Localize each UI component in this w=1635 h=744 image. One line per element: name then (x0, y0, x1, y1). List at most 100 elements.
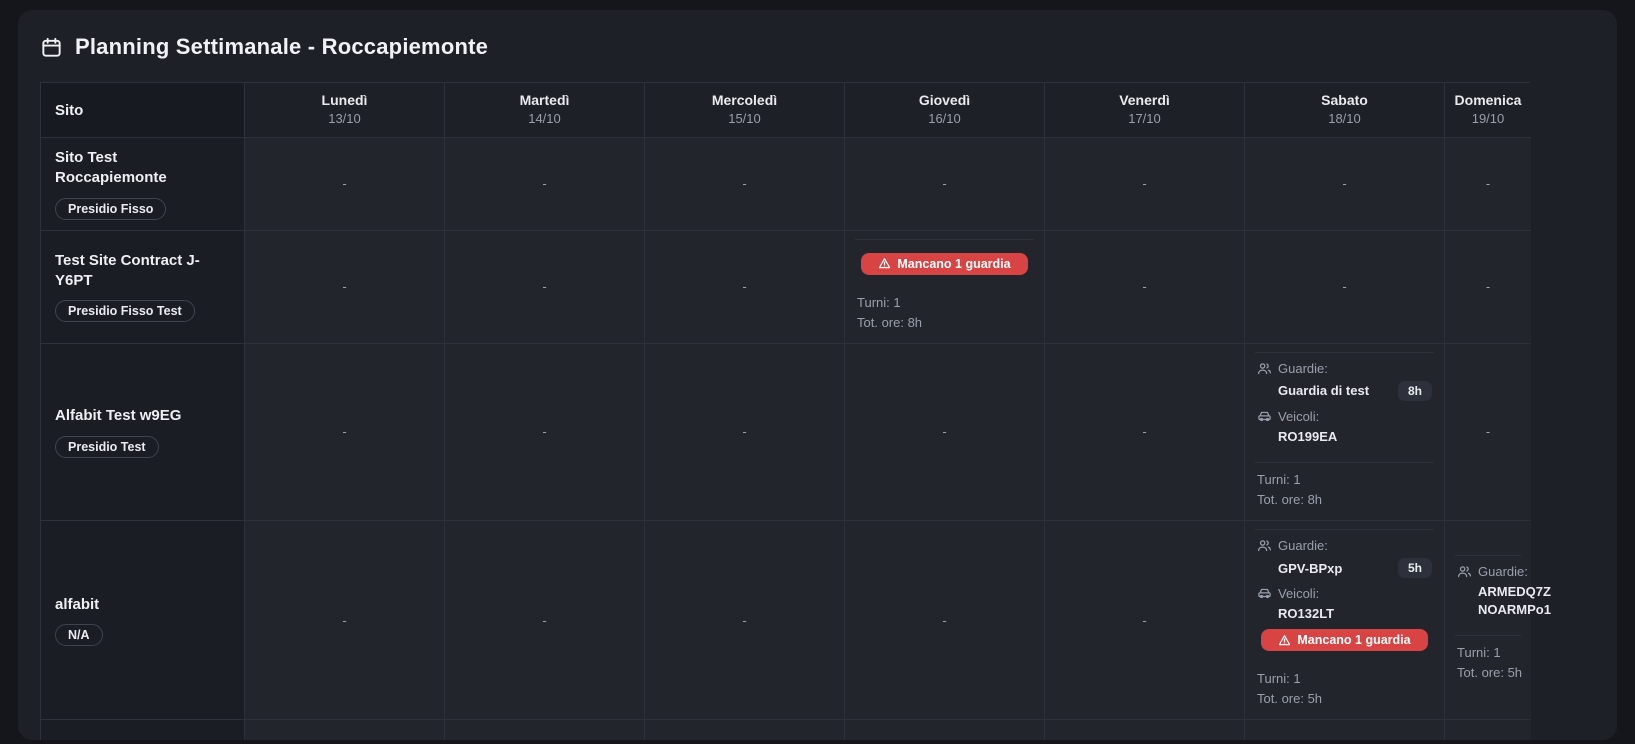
card-header: Planning Settimanale - Roccapiemonte (40, 34, 1595, 60)
day-cell: Guardie: GPV-BPxp5h Veicoli:RO132LT Mancano… (1245, 521, 1445, 720)
site-type-badge: Presidio Fisso Test (55, 300, 195, 322)
site-name: Sito Test Roccapiemonte (55, 148, 230, 189)
vehicle-row: RO199EA (1278, 429, 1432, 444)
guards-group: Guardie: ARMEDQ7Z NOARMPo1 (1457, 564, 1519, 617)
guards-label: Guardie: (1457, 564, 1519, 579)
day-cell-empty: - (645, 344, 845, 521)
day-cell-empty: - (245, 231, 445, 344)
empty-cell-dash: - (1142, 279, 1146, 294)
day-cell-empty: - (1045, 720, 1245, 740)
missing-guard-alert-text: Mancano 1 guardia (1297, 633, 1410, 647)
day-date-label: 13/10 (328, 110, 361, 128)
site-cell: alfabitN/A (41, 521, 245, 720)
day-header: Sabato18/10 (1245, 83, 1445, 138)
empty-cell-dash: - (742, 424, 746, 439)
vehicle-row: RO132LT (1278, 606, 1432, 621)
day-cell-empty: - (445, 344, 645, 521)
day-cell-empty: - (245, 344, 445, 521)
site-cell: Test Site Contract J-Y6PT Presidio Fisso … (41, 231, 245, 344)
vehicles-label-text: Veicoli: (1278, 409, 1319, 424)
page-title: Planning Settimanale - Roccapiemonte (75, 34, 488, 60)
site-column-header: Sito (41, 83, 245, 138)
empty-cell-dash: - (1486, 424, 1490, 439)
empty-cell-dash: - (1342, 279, 1346, 294)
day-cell-empty: - (1445, 344, 1531, 521)
users-icon (1257, 361, 1272, 376)
day-cell-empty: - (845, 138, 1045, 231)
guard-row: Guardia di test8h (1278, 381, 1432, 401)
empty-cell-dash: - (342, 176, 346, 191)
guard-row: GPV-BPxp5h (1278, 558, 1432, 578)
summary-total-hours: Tot. ore: 5h (1257, 689, 1432, 709)
guard-name: NOARMPo1 (1478, 602, 1551, 617)
cell-summary: Turni: 1Tot. ore: 8h (855, 286, 1034, 335)
day-cell-empty: - (1245, 231, 1445, 344)
guard-row: NOARMPo1 (1478, 602, 1519, 617)
day-name-label: Sabato (1321, 92, 1368, 110)
users-icon (1457, 564, 1472, 579)
shift-entry: Mancano 1 guardia (855, 239, 1034, 286)
day-cell-empty: - (245, 521, 445, 720)
empty-cell-dash: - (742, 613, 746, 628)
day-cell-empty: - (445, 521, 645, 720)
day-header: Giovedì16/10 (845, 83, 1045, 138)
vehicles-group: Veicoli:RO132LT (1257, 586, 1432, 621)
site-cell: Sito Test RoccapiemontePresidio Fisso (41, 138, 245, 231)
empty-cell-dash: - (1142, 176, 1146, 191)
site-name: Test Site Contract J-Y6PT (55, 251, 230, 292)
guards-label: Guardie: (1257, 538, 1432, 553)
summary-total-hours: Tot. ore: 5h (1457, 663, 1519, 683)
day-cell-empty: - (245, 138, 445, 231)
vehicles-label: Veicoli: (1257, 409, 1432, 424)
day-date-label: 16/10 (928, 110, 961, 128)
empty-cell-dash: - (542, 613, 546, 628)
empty-cell-dash: - (942, 613, 946, 628)
guards-label-text: Guardie: (1278, 361, 1328, 376)
empty-cell-dash: - (542, 176, 546, 191)
day-date-label: 15/10 (728, 110, 761, 128)
cell-summary: Turni: 1Tot. ore: 5h (1455, 635, 1521, 685)
users-icon (1257, 538, 1272, 553)
day-header: Venerdì17/10 (1045, 83, 1245, 138)
shift-entry: Guardie: GPV-BPxp5h Veicoli:RO132LT Mancano… (1255, 529, 1434, 662)
site-cell: Alfabit Test w9EGPresidio Test (41, 344, 245, 521)
guard-row: ARMEDQ7Z (1478, 584, 1519, 599)
site-type-badge: N/A (55, 624, 103, 646)
car-icon (1257, 409, 1272, 424)
empty-cell-dash: - (742, 176, 746, 191)
missing-guard-alert-text: Mancano 1 guardia (897, 257, 1010, 271)
guard-hours-chip: 8h (1398, 381, 1432, 401)
site-header-label: Sito (55, 102, 83, 119)
empty-cell-dash: - (342, 279, 346, 294)
empty-cell-dash: - (342, 613, 346, 628)
empty-cell-dash: - (542, 279, 546, 294)
day-cell-empty: - (445, 231, 645, 344)
guards-label: Guardie: (1257, 361, 1432, 376)
summary-shifts: Turni: 1 (1257, 669, 1432, 689)
day-name-label: Martedì (520, 92, 570, 110)
guards-group: Guardie: Guardia di test8h (1257, 361, 1432, 401)
summary-shifts: Turni: 1 (857, 293, 1032, 313)
day-name-label: Venerdì (1119, 92, 1170, 110)
summary-shifts: Turni: 1 (1257, 470, 1432, 490)
day-date-label: 18/10 (1328, 110, 1361, 128)
summary-total-hours: Tot. ore: 8h (1257, 490, 1432, 510)
warning-icon (1278, 634, 1291, 647)
cell-summary: Turni: 1Tot. ore: 8h (1255, 462, 1434, 512)
day-cell-empty: - (1045, 138, 1245, 231)
missing-guard-alert: Mancano 1 guardia (1261, 629, 1428, 651)
day-cell: Mancano 1 guardia Turni: 1Tot. ore: 8h (845, 231, 1045, 344)
calendar-icon (40, 36, 63, 59)
shift-entry: Guardie: ARMEDQ7Z NOARMPo1 (1455, 555, 1521, 631)
planning-table: SitoLunedì13/10Martedì14/10Mercoledì15/1… (40, 82, 1530, 740)
vehicle-plate: RO199EA (1278, 429, 1337, 444)
day-name-label: Giovedì (919, 92, 970, 110)
day-name-label: Lunedì (322, 92, 368, 110)
shift-entry: Guardie: Guardia di test8h Veicoli: RO199EA (1255, 352, 1434, 458)
day-cell-empty: - (1045, 344, 1245, 521)
day-cell-empty: - (1445, 138, 1531, 231)
day-date-label: 19/10 (1472, 110, 1505, 128)
day-cell-empty: - (1045, 231, 1245, 344)
day-cell-empty: - (645, 720, 845, 740)
day-cell-empty: - (445, 138, 645, 231)
